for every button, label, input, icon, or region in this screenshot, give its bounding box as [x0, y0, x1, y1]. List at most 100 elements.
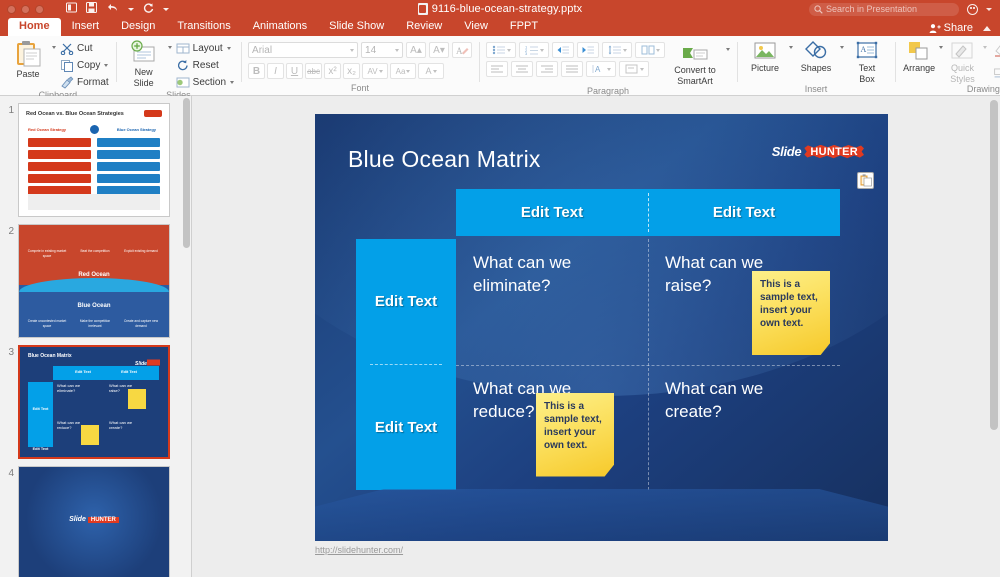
- strikethrough-button[interactable]: abc: [305, 63, 323, 79]
- sticky-note-reduce[interactable]: This is a sample text, insert your own t…: [536, 392, 614, 477]
- cut-button[interactable]: Cut: [60, 40, 109, 56]
- section-dropdown-icon[interactable]: [230, 80, 235, 84]
- character-spacing-button[interactable]: AV: [362, 63, 389, 79]
- increase-font-size-button[interactable]: A▴: [406, 42, 427, 58]
- quick-styles-dropdown-icon[interactable]: [982, 46, 987, 49]
- row-header-bottom[interactable]: Edit Text: [356, 365, 456, 490]
- thumbnail-item-4[interactable]: 4 Slide HUNTER: [0, 459, 191, 577]
- align-right-button[interactable]: [536, 61, 559, 77]
- feedback-dropdown-icon[interactable]: [986, 7, 992, 11]
- row-header-top[interactable]: Edit Text: [356, 239, 456, 364]
- increase-indent-button[interactable]: [577, 42, 600, 58]
- picture-button[interactable]: Picture: [744, 38, 786, 73]
- thumbnail-preview-4[interactable]: Slide HUNTER: [18, 466, 170, 577]
- redo-icon[interactable]: [143, 2, 154, 16]
- tab-fppt[interactable]: FPPT: [499, 18, 549, 36]
- text-box-button[interactable]: A Text Box: [846, 38, 888, 84]
- feedback-smiley-icon[interactable]: [967, 3, 978, 15]
- tab-design[interactable]: Design: [110, 18, 166, 36]
- paste-button[interactable]: Paste: [7, 38, 49, 79]
- reset-button[interactable]: Reset: [176, 57, 234, 73]
- italic-button[interactable]: I: [267, 63, 285, 79]
- align-left-button[interactable]: [486, 61, 509, 77]
- line-spacing-button[interactable]: [602, 42, 633, 58]
- column-header-left[interactable]: Edit Text: [456, 204, 648, 221]
- slide-thumbnail-pane[interactable]: 1 Red Ocean vs. Blue Ocean Strategies Re…: [0, 96, 192, 577]
- change-case-button[interactable]: Aa: [390, 63, 417, 79]
- section-button[interactable]: Section: [176, 74, 235, 90]
- underline-button[interactable]: U: [286, 63, 304, 79]
- minimize-window-button[interactable]: [21, 4, 30, 14]
- copy-dropdown-icon[interactable]: [104, 63, 109, 67]
- shape-fill-button[interactable]: Shape Fill: [993, 42, 1000, 58]
- tab-slide-show[interactable]: Slide Show: [318, 18, 395, 36]
- search-input[interactable]: Search in Presentation: [809, 2, 959, 16]
- slide-editing-stage[interactable]: Blue Ocean Matrix Slide HUNTER Edit Text…: [192, 96, 1000, 577]
- arrange-dropdown-icon[interactable]: [939, 46, 944, 49]
- customize-toolbar-icon[interactable]: [163, 7, 169, 11]
- thumbnail-preview-1[interactable]: Red Ocean vs. Blue Ocean Strategies Red …: [18, 103, 170, 217]
- columns-button[interactable]: [635, 42, 666, 58]
- present-icon[interactable]: [66, 2, 77, 16]
- tab-review[interactable]: Review: [395, 18, 453, 36]
- matrix-column-header-row[interactable]: Edit Text Edit Text: [456, 189, 840, 236]
- layout-dropdown-icon[interactable]: [226, 46, 231, 50]
- subscript-button[interactable]: x₂: [343, 63, 361, 79]
- quadrant-bottom-left[interactable]: What can we reduce? This is a sample tex…: [456, 365, 648, 491]
- shape-outline-button[interactable]: Shape Outline: [993, 64, 1000, 80]
- tab-view[interactable]: View: [453, 18, 499, 36]
- align-center-button[interactable]: [511, 61, 534, 77]
- matrix-row-header-column[interactable]: Edit Text Edit Text: [356, 239, 456, 490]
- share-button[interactable]: Share: [929, 22, 973, 34]
- quadrant-top-left[interactable]: What can we eliminate?: [456, 239, 648, 365]
- paste-dropdown-icon[interactable]: [52, 46, 56, 49]
- format-painter-button[interactable]: Format: [60, 74, 109, 90]
- shapes-button[interactable]: Shapes: [795, 38, 837, 73]
- convert-to-smartart-button[interactable]: Convert to SmartArt: [667, 42, 723, 86]
- collapse-ribbon-icon[interactable]: [983, 25, 991, 31]
- undo-icon[interactable]: [106, 2, 119, 16]
- picture-dropdown-icon[interactable]: [789, 46, 794, 49]
- shapes-dropdown-icon[interactable]: [840, 46, 845, 49]
- thumbnail-preview-2[interactable]: Compete in existing market space Beat th…: [18, 224, 170, 338]
- bullets-button[interactable]: [486, 42, 517, 58]
- quick-styles-button[interactable]: Quick Styles: [945, 38, 979, 84]
- thumbnail-scrollbar[interactable]: [183, 98, 190, 248]
- smartart-dropdown-icon[interactable]: [726, 48, 731, 51]
- quadrant-top-right[interactable]: What can we raise? This is a sample text…: [648, 239, 840, 365]
- quadrant-text-eliminate[interactable]: What can we eliminate?: [473, 251, 601, 297]
- slide-title[interactable]: Blue Ocean Matrix: [348, 146, 541, 173]
- save-icon[interactable]: [86, 2, 97, 16]
- superscript-button[interactable]: x²: [324, 63, 342, 79]
- paste-options-badge[interactable]: [857, 172, 874, 189]
- copy-button[interactable]: Copy: [60, 57, 109, 73]
- decrease-indent-button[interactable]: [552, 42, 575, 58]
- clear-formatting-button[interactable]: A: [452, 42, 473, 58]
- sticky-note-raise[interactable]: This is a sample text, insert your own t…: [752, 271, 830, 355]
- column-header-right[interactable]: Edit Text: [648, 204, 840, 221]
- font-name-dropdown-icon[interactable]: [350, 48, 355, 52]
- tab-home[interactable]: Home: [8, 18, 61, 36]
- thumbnail-item-1[interactable]: 1 Red Ocean vs. Blue Ocean Strategies Re…: [0, 96, 191, 217]
- close-window-button[interactable]: [7, 4, 16, 14]
- thumbnail-item-3[interactable]: 3 Blue Ocean Matrix Slide Edit Text Edit…: [0, 338, 191, 459]
- slide-source-url[interactable]: http://slidehunter.com/: [315, 545, 403, 555]
- justify-button[interactable]: [561, 61, 584, 77]
- text-direction-button[interactable]: A: [586, 61, 617, 77]
- arrange-button[interactable]: Arrange: [902, 38, 936, 73]
- numbering-button[interactable]: 123: [519, 42, 550, 58]
- font-size-select[interactable]: 14: [361, 42, 404, 58]
- decrease-font-size-button[interactable]: A▾: [429, 42, 450, 58]
- maximize-window-button[interactable]: [35, 4, 44, 14]
- quadrant-bottom-right[interactable]: What can we create?: [648, 365, 840, 491]
- bold-button[interactable]: B: [248, 63, 266, 79]
- layout-button[interactable]: Layout: [176, 40, 234, 56]
- undo-dropdown-icon[interactable]: [128, 7, 134, 11]
- current-slide[interactable]: Blue Ocean Matrix Slide HUNTER Edit Text…: [315, 114, 888, 541]
- thumbnail-item-2[interactable]: 2 Compete in existing market space Beat …: [0, 217, 191, 338]
- new-slide-dropdown-icon[interactable]: [167, 46, 172, 49]
- align-text-button[interactable]: [619, 61, 650, 77]
- quadrant-text-create[interactable]: What can we create?: [665, 377, 793, 423]
- tab-transitions[interactable]: Transitions: [166, 18, 241, 36]
- thumbnail-preview-3[interactable]: Blue Ocean Matrix Slide Edit Text Edit T…: [18, 345, 170, 459]
